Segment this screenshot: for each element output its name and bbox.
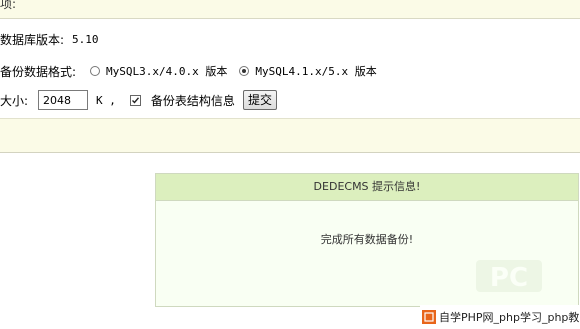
watermark-logo: PC bbox=[476, 260, 542, 293]
volume-unit: K , bbox=[96, 93, 116, 107]
footer-watermark: 自学PHP网_php学习_php教 bbox=[420, 305, 580, 329]
format-option-mysql41[interactable]: MySQL4.1.x/5.x 版本 bbox=[239, 63, 377, 79]
volume-label: 大小: bbox=[0, 93, 29, 108]
section-label: 项: bbox=[0, 0, 17, 11]
mysql3-label: MySQL3.x/4.0.x 版本 bbox=[106, 65, 228, 78]
message-box-body: 完成所有数据备份! bbox=[320, 233, 414, 246]
volume-size-input[interactable] bbox=[38, 90, 89, 110]
message-box-title: DEDECMS 提示信息! bbox=[156, 174, 578, 201]
footer-text: 自学PHP网_php学习_php教 bbox=[439, 311, 580, 324]
form-footer-band bbox=[0, 118, 580, 153]
backup-format-row: 备份数据格式: MySQL3.x/4.0.x 版本 MySQL4.1.x/5.x… bbox=[0, 63, 377, 79]
submit-button[interactable]: 提交 bbox=[242, 90, 277, 110]
backup-structure-checkbox[interactable] bbox=[129, 94, 141, 106]
backup-structure-option[interactable]: 备份表结构信息 bbox=[129, 92, 235, 109]
mysql41-radio[interactable] bbox=[239, 66, 250, 76]
db-version-value: 5.10 bbox=[72, 32, 99, 46]
watermark-text: PC bbox=[490, 263, 528, 293]
site-logo-icon bbox=[422, 310, 436, 324]
backup-format-label: 备份数据格式: bbox=[0, 64, 77, 79]
db-version-row: 数据库版本: 5.10 bbox=[0, 31, 99, 47]
db-version-label: 数据库版本: bbox=[0, 32, 65, 47]
backup-structure-label: 备份表结构信息 bbox=[150, 93, 235, 108]
volume-row: 大小: K , 备份表结构信息 提交 bbox=[0, 89, 277, 111]
mysql3-radio[interactable] bbox=[90, 66, 101, 76]
mysql41-label: MySQL4.1.x/5.x 版本 bbox=[255, 65, 377, 78]
top-strip: 项: bbox=[0, 0, 580, 19]
format-option-mysql3[interactable]: MySQL3.x/4.0.x 版本 bbox=[90, 63, 227, 79]
check-icon bbox=[131, 96, 139, 104]
